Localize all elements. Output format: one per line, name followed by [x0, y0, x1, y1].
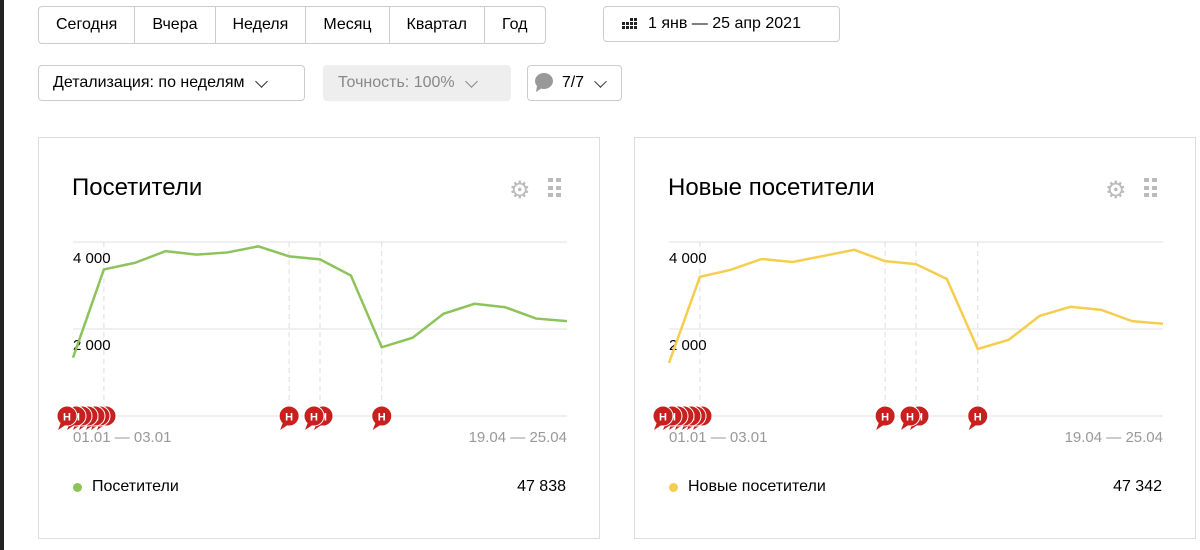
x-tick-label: 19.04 — 25.04: [1065, 429, 1163, 446]
legend-dot: [73, 482, 82, 492]
chart-card: Посетители ⚙ Посетители 47 838 2 000 4 000…: [38, 137, 600, 539]
marker-letter: Н: [285, 412, 293, 424]
annotation-marker[interactable]: Н: [899, 405, 921, 430]
x-tick-label: 01.01 — 03.01: [73, 429, 171, 446]
y-tick-label: 4 000: [669, 250, 707, 267]
total-value: 47 342: [1113, 478, 1162, 495]
x-tick-label: 19.04 — 25.04: [469, 429, 567, 446]
legend-label: Посетители: [92, 478, 179, 495]
notes-dropdown[interactable]: 7/7: [527, 65, 622, 101]
detail-dropdown[interactable]: Детализация: по неделям: [38, 65, 305, 101]
notes-label: 7/7: [561, 74, 585, 91]
legend-label: Новые посетители: [688, 478, 826, 495]
marker-letter: Н: [974, 412, 982, 424]
annotation-marker[interactable]: Н: [967, 405, 989, 430]
period-4[interactable]: Квартал: [390, 7, 486, 43]
marker-letter: Н: [378, 412, 386, 424]
comment-icon: [535, 73, 553, 92]
annotation-marker[interactable]: Н: [56, 405, 78, 430]
period-1[interactable]: Вчера: [135, 7, 216, 43]
date-range-label: 1 янв — 25 апр 2021: [648, 15, 801, 32]
chart-card: Новые посетители ⚙ Новые посетители 47 3…: [634, 137, 1196, 539]
detail-label: Детализация: по неделям: [53, 74, 245, 91]
date-range-button[interactable]: 1 янв — 25 апр 2021: [603, 6, 840, 42]
marker-letter: Н: [310, 412, 318, 424]
legend-item[interactable]: Новые посетители: [669, 478, 826, 496]
chevron-down-icon: [464, 74, 478, 88]
line-chart: 2 0004 000ННННННННННН01.01 — 03.0119.04 …: [56, 241, 568, 446]
annotation-marker[interactable]: Н: [874, 405, 896, 430]
chevron-down-icon: [594, 74, 607, 88]
period-3[interactable]: Месяц: [306, 7, 390, 43]
line-chart: 2 0004 000ННННННННННН01.01 — 03.0119.04 …: [652, 241, 1164, 446]
window-edge: [0, 0, 4, 550]
chevron-down-icon: [254, 74, 268, 88]
period-0[interactable]: Сегодня: [39, 7, 136, 43]
marker-letter: Н: [659, 412, 667, 424]
legend-dot: [669, 482, 678, 492]
annotation-marker[interactable]: Н: [371, 405, 393, 430]
annotation-marker[interactable]: Н: [652, 405, 674, 430]
x-tick-label: 01.01 — 03.01: [669, 429, 767, 446]
y-tick-label: 4 000: [73, 250, 111, 267]
marker-letter: Н: [881, 412, 889, 424]
legend-item[interactable]: Посетители: [73, 478, 179, 496]
accuracy-label: Точность: 100%: [338, 74, 455, 91]
annotation-marker[interactable]: Н: [303, 405, 325, 430]
calendar-icon: [622, 18, 637, 29]
annotation-marker[interactable]: Н: [278, 405, 300, 430]
marker-letter: Н: [63, 412, 71, 424]
marker-letter: Н: [906, 412, 914, 424]
accuracy-dropdown[interactable]: Точность: 100%: [323, 65, 511, 101]
period-selector: Сегодня Вчера Неделя Месяц Квартал Год: [38, 6, 546, 44]
total-value: 47 838: [517, 478, 566, 495]
period-2[interactable]: Неделя: [216, 7, 307, 43]
period-5[interactable]: Год: [485, 7, 544, 43]
